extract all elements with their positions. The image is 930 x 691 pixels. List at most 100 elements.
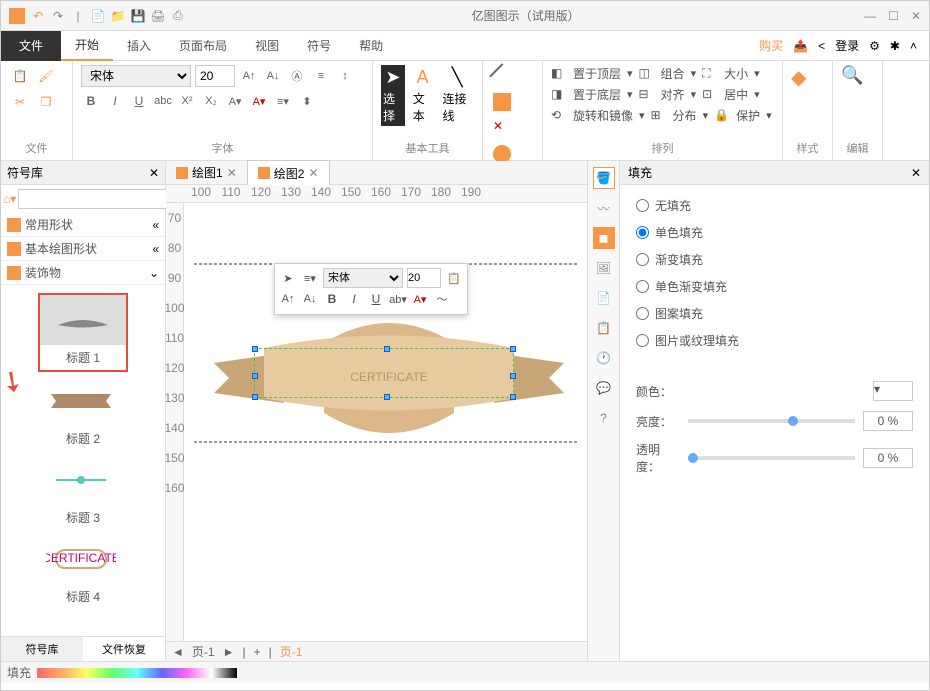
- size-icon[interactable]: ⛶: [702, 66, 718, 82]
- symbol-title-2[interactable]: 标题 2: [38, 376, 128, 451]
- doc-tab-2[interactable]: 绘图2✕: [247, 160, 330, 186]
- group-button[interactable]: 组合: [661, 65, 685, 82]
- canvas[interactable]: CERTIFICATE ➤ ≡▾ 宋: [184, 203, 587, 641]
- doc-tab-1[interactable]: 绘图1✕: [166, 160, 247, 185]
- distribute-button[interactable]: 分布: [673, 107, 697, 124]
- fill-option-mono-gradient[interactable]: 单色渐变填充: [636, 278, 913, 295]
- rotate-button[interactable]: 旋转和镜像: [573, 107, 633, 124]
- cut-icon[interactable]: ✂: [9, 91, 31, 113]
- rotate-icon[interactable]: ⟲: [551, 108, 567, 124]
- fill-option-none[interactable]: 无填充: [636, 197, 913, 214]
- float-italic[interactable]: I: [345, 290, 363, 308]
- float-highlight[interactable]: ab▾: [389, 290, 407, 308]
- category-decoration[interactable]: 装饰物⌄: [1, 261, 165, 285]
- add-page-button[interactable]: +: [254, 645, 261, 659]
- subscript-button[interactable]: X₂: [201, 91, 221, 111]
- tab-start[interactable]: 开始: [61, 30, 113, 61]
- float-color[interactable]: A▾: [411, 290, 429, 308]
- login-link[interactable]: 登录: [835, 37, 859, 54]
- tab-file[interactable]: 文件: [1, 31, 61, 61]
- redo-button[interactable]: ↷: [49, 7, 67, 25]
- share-icon[interactable]: <: [818, 39, 825, 53]
- close-button[interactable]: ✕: [911, 9, 921, 23]
- close-tab-icon[interactable]: ✕: [308, 166, 318, 180]
- line-shape-icon[interactable]: [489, 63, 514, 88]
- protect-button[interactable]: 保护: [736, 107, 760, 124]
- fill-option-gradient[interactable]: 渐变填充: [636, 251, 913, 268]
- shadow-tab-icon[interactable]: ◼: [593, 227, 615, 249]
- center-icon[interactable]: ⊡: [702, 87, 718, 103]
- copy-icon[interactable]: ❐: [35, 91, 57, 113]
- category-common[interactable]: 常用形状«: [1, 213, 165, 237]
- undo-button[interactable]: ↶: [29, 7, 47, 25]
- page-nav-prev[interactable]: ◄: [172, 645, 184, 659]
- fill-tab-icon[interactable]: 🪣: [593, 167, 615, 189]
- save-icon[interactable]: 💾: [129, 7, 147, 25]
- transparency-value[interactable]: 0 %: [863, 448, 913, 468]
- new-icon[interactable]: 📄: [89, 7, 107, 25]
- export-share-icon[interactable]: 📤: [793, 39, 808, 53]
- page-tab-icon[interactable]: 📄: [593, 287, 615, 309]
- close-tab-icon[interactable]: ✕: [227, 166, 237, 180]
- align-shapes-button[interactable]: 对齐: [661, 86, 685, 103]
- page-nav-next[interactable]: ►: [223, 645, 235, 659]
- comment-tab-icon[interactable]: 💬: [593, 377, 615, 399]
- fill-option-solid[interactable]: 单色填充: [636, 224, 913, 241]
- brightness-value[interactable]: 0 %: [863, 411, 913, 431]
- buy-link[interactable]: 购买: [759, 37, 783, 54]
- close-fill-panel-icon[interactable]: ✕: [911, 166, 921, 180]
- color-strip[interactable]: [37, 668, 237, 678]
- format-painter-icon[interactable]: 🖌: [35, 65, 57, 87]
- send-back-button[interactable]: 置于底层: [573, 86, 621, 103]
- clear-format-icon[interactable]: Ⓐ: [287, 66, 307, 86]
- rect-shape-icon[interactable]: [493, 93, 511, 111]
- paste-icon[interactable]: 📋: [9, 65, 31, 87]
- distribute-icon[interactable]: ⊞: [651, 108, 667, 124]
- underline-button[interactable]: U: [129, 91, 149, 111]
- float-font-select[interactable]: 宋体: [323, 268, 403, 288]
- tab-symbol[interactable]: 符号: [293, 31, 345, 60]
- highlight-button[interactable]: A▾: [225, 91, 245, 111]
- italic-button[interactable]: I: [105, 91, 125, 111]
- open-icon[interactable]: 📁: [109, 7, 127, 25]
- tab-page-layout[interactable]: 页面布局: [165, 31, 241, 60]
- group-icon[interactable]: ◫: [639, 66, 655, 82]
- font-color-button[interactable]: A▾: [249, 91, 269, 111]
- history-tab-icon[interactable]: 🕐: [593, 347, 615, 369]
- style-icon[interactable]: ◆: [791, 65, 806, 90]
- symbol-title-3[interactable]: 标题 3: [38, 455, 128, 530]
- page-tab[interactable]: 页-1: [280, 643, 303, 660]
- bring-front-button[interactable]: 置于顶层: [573, 65, 621, 82]
- settings-icon[interactable]: ⚙: [869, 39, 880, 53]
- brightness-slider[interactable]: [688, 419, 855, 423]
- transparency-slider[interactable]: [688, 456, 855, 460]
- float-curve[interactable]: ～: [433, 290, 451, 308]
- float-bold[interactable]: B: [323, 290, 341, 308]
- increase-font-icon[interactable]: A↑: [239, 66, 259, 86]
- protect-icon[interactable]: 🔒: [714, 108, 730, 124]
- tab-symbol-library[interactable]: 符号库: [1, 637, 83, 661]
- cursor-icon[interactable]: ➤: [279, 269, 297, 287]
- tab-view[interactable]: 视图: [241, 31, 293, 60]
- apps-icon[interactable]: ✱: [890, 39, 900, 53]
- float-dec-font[interactable]: A↓: [301, 290, 319, 308]
- symbol-title-1[interactable]: 标题 1: [38, 293, 128, 372]
- delete-shape-icon[interactable]: ✕: [493, 119, 511, 137]
- align-button[interactable]: ≡▾: [273, 91, 293, 111]
- paste-icon[interactable]: 📋: [445, 269, 463, 287]
- minimize-button[interactable]: —: [864, 9, 876, 23]
- tool-text[interactable]: A文本: [411, 65, 435, 126]
- color-swatch[interactable]: ▾: [873, 381, 913, 401]
- strike-button[interactable]: abc: [153, 91, 173, 111]
- fill-option-pattern[interactable]: 图案填充: [636, 305, 913, 322]
- image-tab-icon[interactable]: 🖼: [593, 257, 615, 279]
- line-tab-icon[interactable]: 〰: [593, 197, 615, 219]
- search-icon[interactable]: 🔍: [841, 65, 863, 86]
- align-shapes-icon[interactable]: ⊟: [639, 87, 655, 103]
- superscript-button[interactable]: X²: [177, 91, 197, 111]
- bullets-icon[interactable]: ≡: [311, 66, 331, 86]
- maximize-button[interactable]: ☐: [888, 9, 899, 23]
- print-icon[interactable]: 🖨: [149, 7, 167, 25]
- symbol-search-input[interactable]: [18, 189, 175, 209]
- line-spacing-icon[interactable]: ↕: [335, 66, 355, 86]
